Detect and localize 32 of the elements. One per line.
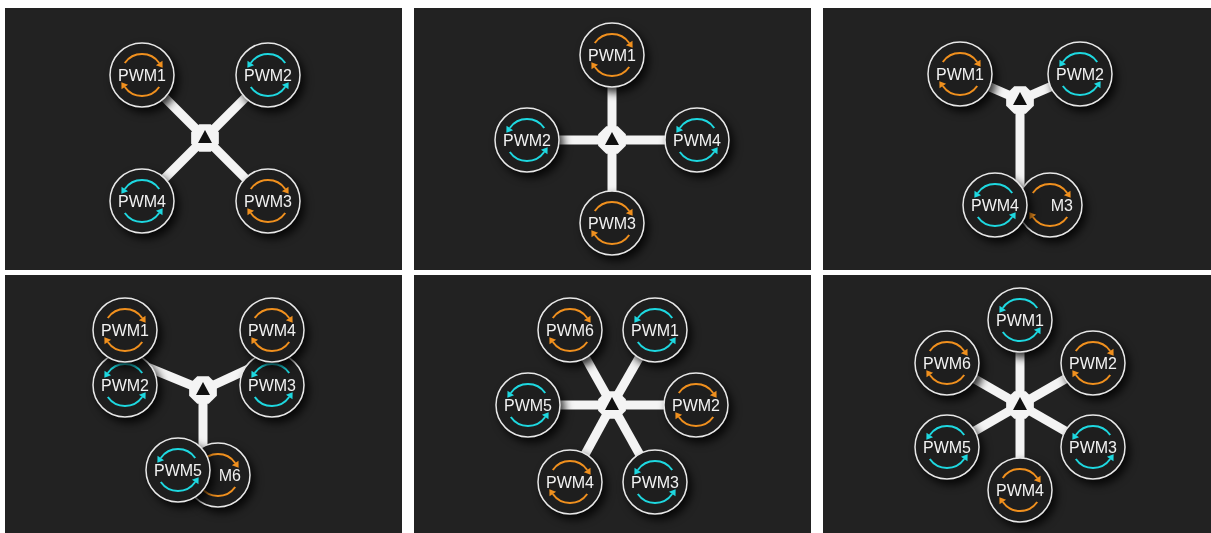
motor-label: PWM4: [971, 197, 1019, 214]
motor-circle: [92, 297, 158, 363]
motor-label: PWM4: [248, 322, 296, 339]
motor-label: PWM4: [118, 193, 166, 210]
motor-label: PWM2: [1056, 66, 1104, 83]
motor-label: PWM5: [154, 462, 202, 479]
motor-label: PWM1: [936, 66, 984, 83]
motor-label: PWM4: [546, 474, 594, 491]
motor-label: PWM2: [1069, 355, 1117, 372]
motor-circle: [239, 297, 305, 363]
motor-label: PWM1: [588, 47, 636, 64]
motor-label: PWM3: [631, 474, 679, 491]
motor-label: PWM6: [546, 322, 594, 339]
motor-label: PWM4: [996, 482, 1044, 499]
motor-label: PWM3: [248, 377, 296, 394]
motor-label: PWM5: [923, 439, 971, 456]
motor-label: M6: [218, 467, 241, 484]
motor-label: PWM3: [244, 193, 292, 210]
motor-label: PWM3: [588, 215, 636, 232]
motor-label: PWM1: [631, 322, 679, 339]
motor-label: PWM2: [101, 377, 149, 394]
motor-label: PWM3: [1069, 439, 1117, 456]
motor-label: PWM2: [503, 132, 551, 149]
motor-label: PWM2: [244, 67, 292, 84]
motor-label: PWM4: [673, 132, 721, 149]
motor-label: PWM1: [118, 67, 166, 84]
motor-label: PWM6: [923, 355, 971, 372]
motor-label: M3: [1050, 197, 1073, 214]
motor-label: PWM2: [672, 397, 720, 414]
motor-label: PWM1: [101, 322, 149, 339]
motor-label: PWM1: [996, 312, 1044, 329]
motor-label: PWM5: [504, 397, 552, 414]
